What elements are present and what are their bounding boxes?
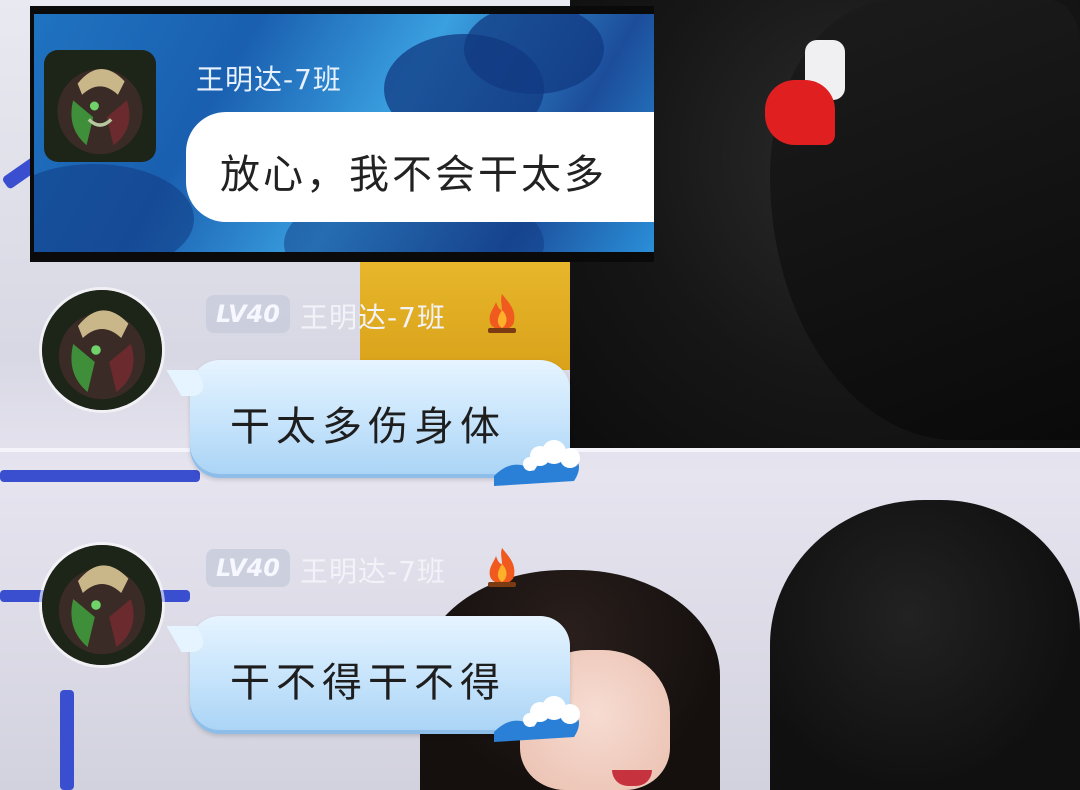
wave-icon (494, 696, 580, 742)
card-message-text: 放心，我不会干太多 (220, 152, 607, 198)
message-text: 干太多伤身体 (230, 404, 506, 450)
hero-avatar-icon (42, 290, 162, 410)
quoted-screenshot-card: 王明达-7班 放心，我不会干太多 (30, 6, 654, 262)
level-badge: LV40 (206, 549, 290, 587)
avatar[interactable] (44, 50, 156, 162)
hero-avatar-icon (44, 50, 156, 162)
avatar[interactable] (42, 545, 162, 665)
fire-icon (488, 548, 516, 587)
fire-icon (488, 294, 516, 333)
hero-avatar-icon (42, 545, 162, 665)
card-message-bubble[interactable]: 放心，我不会干太多 (186, 112, 654, 222)
sender-name: 王明达-7班 (300, 555, 446, 588)
sender-name: 王明达-7班 (300, 301, 446, 334)
message-text: 干不得干不得 (230, 660, 506, 706)
message-bubble[interactable]: 干太多伤身体 (166, 360, 580, 486)
level-badge: LV40 (206, 295, 290, 333)
card-username: 王明达-7班 (196, 63, 342, 96)
message-bubble[interactable]: 干不得干不得 (166, 616, 580, 742)
wave-icon (494, 440, 580, 486)
avatar[interactable] (42, 290, 162, 410)
